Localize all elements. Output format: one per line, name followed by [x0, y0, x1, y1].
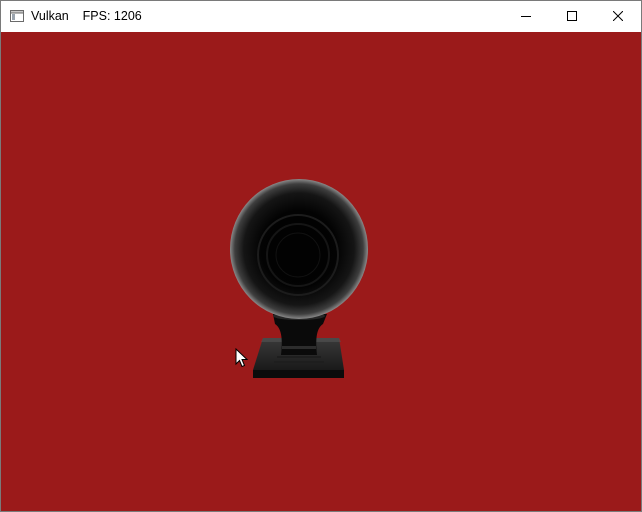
- minimize-button[interactable]: [503, 1, 549, 31]
- rendered-scene: [230, 179, 368, 378]
- sphere: [230, 179, 368, 319]
- fps-counter: FPS: 1206: [82, 9, 142, 23]
- window-title-text: Vulkan: [31, 9, 69, 23]
- close-icon: [613, 11, 623, 21]
- render-viewport[interactable]: [1, 32, 641, 511]
- arrow-cursor-icon: [235, 348, 249, 368]
- maximize-icon: [567, 11, 577, 21]
- window-title: Vulkan FPS: 1206: [31, 9, 142, 23]
- maximize-button[interactable]: [549, 1, 595, 31]
- title-bar[interactable]: Vulkan FPS: 1206: [1, 1, 641, 31]
- close-button[interactable]: [595, 1, 641, 31]
- app-icon: [10, 10, 24, 22]
- app-window: Vulkan FPS: 1206: [0, 0, 642, 512]
- minimize-icon: [521, 16, 531, 17]
